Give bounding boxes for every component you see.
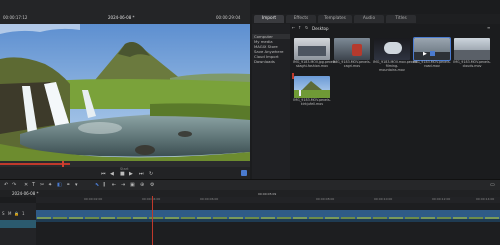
group-icon[interactable]: ▣ [130,182,135,188]
solo-icon[interactable]: M [8,211,11,217]
media-item-label: IMG_9183.MOV.pexels-clouds.mov [453,60,491,68]
snap-icon[interactable]: ◧ [57,182,62,188]
split-icon[interactable]: ⫼ [103,182,105,188]
used-marker [292,73,294,79]
timeline-close-icon[interactable]: ▭ [490,182,495,188]
timeline-timecode-bar: 2024-06-08 * [0,190,500,197]
track-number: 1 [22,211,25,216]
video-clip-track[interactable] [36,210,500,219]
media-item-label: IMG_9183.MOV.pexels-road.mov [413,60,451,68]
media-thumbnail[interactable] [454,38,490,60]
kirkjufell-thumb-image [294,81,330,98]
list-view-icon[interactable]: ≡ [487,25,490,31]
preview-timecode-right: 00:00:29:04 [216,15,241,20]
trim-icon[interactable]: ⇤ [112,182,116,188]
ripple-icon[interactable]: ⇥ [121,182,125,188]
media-thumbnail[interactable] [334,38,370,60]
landscape-frame [0,24,250,161]
tab-effects[interactable]: Effects [286,15,316,23]
ruler-mark: 00:00:12:00 [432,197,451,201]
tab-audio[interactable]: Audio [354,15,384,23]
refresh-icon[interactable]: ↻ [305,25,308,31]
audio-waveform-track [36,219,500,222]
preview-timecode-left: 00:00:17:12 [3,15,28,20]
redo-icon[interactable]: ↷ [12,182,16,188]
media-thumbnail[interactable] [294,38,330,60]
play-overlay-icon[interactable]: ▶ [423,51,427,57]
ruler-mark: 00:00:02:00 [84,197,103,201]
media-item-label: IMG_9183.MOV.pexels-kirkjufell.mov [293,98,331,106]
skip-forward-icon[interactable]: ⏭ [139,171,144,177]
stop-icon[interactable]: ■ [120,171,125,177]
media-thumbnail[interactable] [374,38,410,60]
track-headers: S M 🔒 1 [0,203,36,245]
media-item-label: IMG_9183.MOV.mov.pexels-filming-mountain… [373,60,419,72]
tab-templates[interactable]: Templates [318,15,352,23]
media-item-label: IMG_9183.MOV.pexels-cagri.mov [333,60,371,68]
ruler-mark: 00:00:14:00 [476,197,495,201]
up-arrow-icon[interactable]: ↑ [298,25,301,31]
playhead[interactable] [152,196,153,245]
media-thumbnail[interactable] [294,76,330,98]
media-pool: Computer My media MAGIX Store Save Anywh… [252,24,500,179]
add-to-timeline-icon[interactable] [430,51,435,56]
preview-header: 00:00:17:12 2024-06-08 * 00:00:29:04 [0,0,250,25]
ruler-mark: 00:00:10:00 [374,197,393,201]
playhead-label: 00:00:05:09 [258,192,277,196]
folder-list: Computer My media MAGIX Store Save Anywh… [252,24,290,179]
media-pool-tabs: Import Effects Templates Audio Titles [252,14,500,24]
scissors-icon[interactable]: ✂ [40,182,44,188]
ruler-mark: 00:00:08:00 [316,197,335,201]
media-item-label: IMG_9183.MOV.jpg.pexels-skaghi-fashion.m… [293,60,337,68]
loop-icon[interactable]: ↻ [149,171,153,177]
settings-icon[interactable]: ⚙ [150,182,154,188]
text-icon[interactable]: T [32,182,35,188]
back-arrow-icon[interactable]: ← [292,25,295,31]
timeline-title: 2024-06-08 * [12,191,39,196]
link-icon[interactable]: ⚭ [66,182,70,188]
zoom-icon[interactable]: ⊕ [140,182,144,188]
folder-downloads[interactable]: Downloads [252,59,275,64]
video-preview[interactable] [0,24,250,161]
preview-title: 2024-06-08 * [108,15,135,20]
rewind-icon[interactable]: ◀ [110,171,114,177]
delete-icon[interactable]: ✕ [24,182,28,188]
active-track-header[interactable] [0,220,36,228]
tab-import[interactable]: Import [254,15,284,23]
ruler-mark: 00:00:06:00 [200,197,219,201]
play-icon[interactable]: ▶ [129,171,133,177]
undo-icon[interactable]: ↶ [4,182,8,188]
marker-icon[interactable]: ▾ [75,182,78,188]
tab-titles[interactable]: Titles [386,15,416,23]
mute-icon[interactable]: S [2,211,5,217]
media-thumbnail-selected[interactable]: ▶ [413,37,451,61]
timeline-tracks[interactable] [36,196,500,245]
transport-bar: Start ⏮ ◀ ■ ▶ ⏭ ↻ [0,167,250,179]
fullscreen-button[interactable] [241,170,247,176]
skip-back-icon[interactable]: ⏮ [101,171,106,177]
path-label: Desktop [312,26,329,31]
effects-icon[interactable]: ✦ [48,182,52,188]
scrub-progress [0,163,70,165]
mouse-mode-icon[interactable]: ⬉ [95,182,99,188]
lock-icon[interactable]: 🔒 [14,211,19,217]
